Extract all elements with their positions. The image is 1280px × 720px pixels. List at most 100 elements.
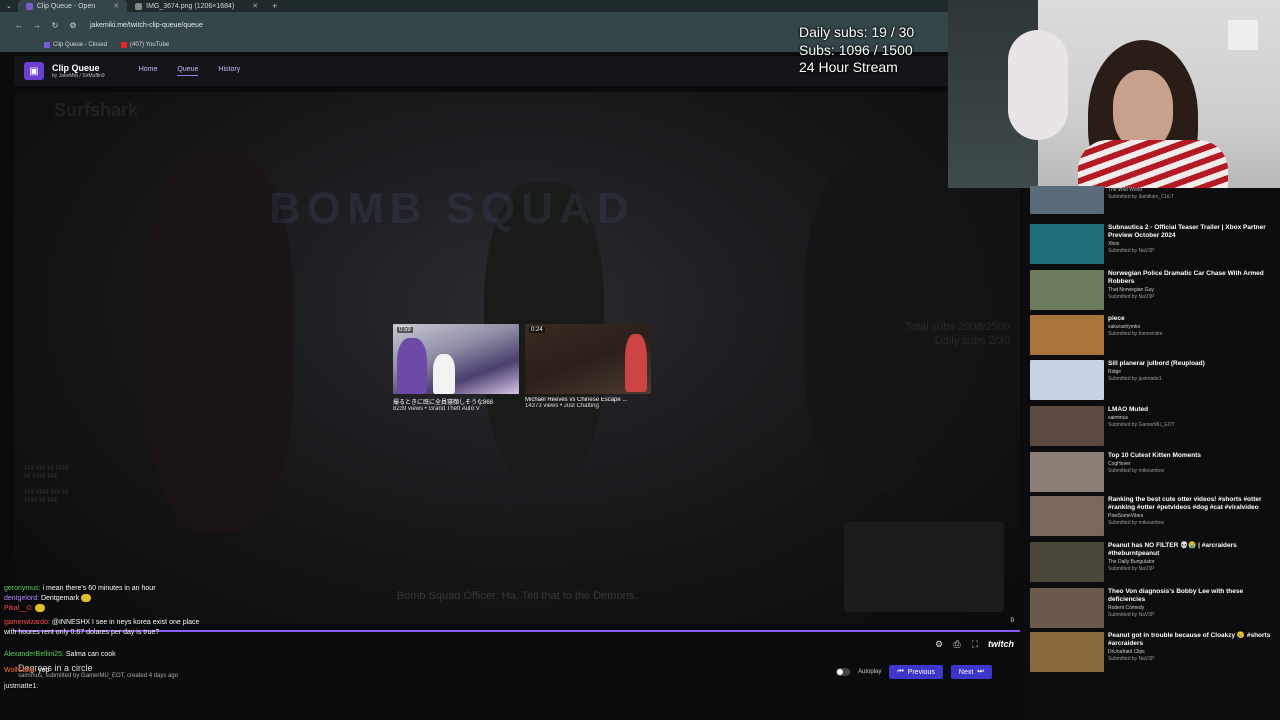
queue-item[interactable]: Top 10 Cutest Kitten Moments CogHover Su… [1030,452,1280,492]
browser-tab-image[interactable]: IMG_3674.png (1206×1684) ✕ [127,0,266,12]
chat-username: justmatte1: [4,683,39,690]
suggested-clip-card[interactable]: 0:24 Michael Reeves vs Chinese Escape ..… [525,324,651,412]
stream-chat-overlay: geronymus: i mean there's 60 minutes in … [4,584,234,692]
queue-item[interactable]: Ranking the best cute otter videos! #sho… [1030,496,1280,536]
queue-item-channel: PawSomeVibes [1108,513,1144,519]
queue-item-title[interactable]: Theo Von diagnosis's Bobby Lee with thes… [1108,588,1278,604]
queue-item-channel: DrUnafraid Clips [1108,649,1145,655]
queue-item-channel: saimmus [1108,415,1129,421]
queue-item-channel: That Norwegian Guy [1108,287,1154,293]
suggested-clip-meta: 8239 views • Grand Theft Auto V [393,406,480,412]
queue-item-title[interactable]: Peanut has NO FILTER 💀😭 | #arcraiders #t… [1108,542,1278,558]
chat-username: gamerwizardo: [4,619,50,626]
suggested-clip-card[interactable]: 0:59 撮るときに既に全員寝顔しそうな868 8239 views • Gra… [393,324,519,412]
emote-icon [81,594,92,603]
next-button[interactable]: Next ⏭ [950,665,992,679]
clip-icon[interactable]: ⎙ [952,639,962,650]
queue-item[interactable]: LMAO Muted saimmus Submitted by GamerMU_… [1030,406,1280,446]
fullscreen-icon[interactable]: ⛶ [970,639,980,650]
queue-item-thumbnail[interactable] [1030,588,1104,628]
previous-button[interactable]: ⏮ Previous [889,665,943,679]
end-screen-suggestions: 0:59 撮るときに既に全員寝顔しそうな868 8239 views • Gra… [393,324,651,412]
twitch-logo[interactable]: twitch [988,639,1014,649]
chat-username: dentgelord: [4,595,40,602]
autoplay-toggle[interactable] [836,668,850,676]
site-info-icon[interactable]: ⚙ [68,21,78,30]
queue-item[interactable]: Peanut got in trouble because of Cloakzy… [1030,632,1280,672]
queue-item-thumbnail[interactable] [1030,270,1104,310]
clip-queue-favicon-icon [25,2,33,10]
clip-video-player[interactable]: Surfshark BOMB SQUAD Total subs 2008/250… [14,92,1020,624]
bookmark-label: Clip Queue - Closed [53,42,108,48]
suggested-clip-thumbnail[interactable]: 0:24 [525,324,651,394]
queue-item-title[interactable]: Sill planerar julbord (Reupload) [1108,360,1278,368]
subs-total-text: Subs: 1096 / 1500 [799,41,913,58]
queue-item-thumbnail[interactable] [1030,360,1104,400]
chat-username: Pikal__0: [4,605,33,612]
suggested-clip-title[interactable]: 撮るときに既に全員寝顔しそうな868 [393,397,519,406]
chat-text: Dentgemark [39,595,80,602]
back-arrow-icon[interactable]: ← [14,21,24,30]
queue-item-text: Subnautica 2 - Official Teaser Trailer |… [1108,224,1278,264]
queue-item-thumbnail[interactable] [1030,496,1104,536]
thumbnail-character-shape [397,338,427,394]
chat-username: geronymus: [4,585,41,592]
close-tab-icon[interactable]: ✕ [113,2,119,10]
queue-item[interactable]: Peanut has NO FILTER 💀😭 | #arcraiders #t… [1030,542,1280,582]
site-title: Clip Queue [52,63,100,73]
queue-item-thumbnail[interactable] [1030,542,1104,582]
next-label: Next [958,668,974,676]
settings-gear-icon[interactable]: ⚙ [934,639,944,650]
queue-item[interactable]: piece sakurashymko Submitted by fomovict… [1030,315,1280,355]
queue-item-title[interactable]: The Wild World [1108,186,1278,194]
url-field[interactable]: jakemiki.me/twitch-clip-queue/queue [90,22,203,29]
queue-item-title[interactable]: Top 10 Cutest Kitten Moments [1108,452,1278,460]
browser-tab-clip-queue[interactable]: Clip Queue - Open ✕ [17,0,128,12]
chat-message: AlexanderBellini25: Salma can cook [4,650,234,660]
bookmark-clip-queue[interactable]: Clip Queue - Closed [44,42,107,48]
queue-item[interactable]: Sill planerar julbord (Reupload) Ridge S… [1030,360,1280,400]
queue-item-title[interactable]: Norwegian Police Dramatic Car Chase With… [1108,270,1278,286]
queue-item-submitter: Submitted by mikeumbox [1108,468,1165,474]
queue-item-thumbnail[interactable] [1030,186,1104,214]
suggested-clip-meta: 14373 views • Just Chatting [525,403,599,409]
queue-item-thumbnail[interactable] [1030,406,1104,446]
close-tab-icon[interactable]: ✕ [252,2,258,10]
reload-icon[interactable]: ↻ [50,21,60,30]
queue-item-channel: Ridge [1108,369,1122,375]
clip-queue-logo-icon[interactable]: ▣ [24,62,44,80]
queue-item-thumbnail[interactable] [1030,315,1104,355]
chat-text: i mean there's 60 minutes in an hour [40,585,156,592]
chat-message: geronymus: i mean there's 60 minutes in … [4,584,234,594]
nav-queue[interactable]: Queue [177,66,199,76]
queue-item-submitter: Submitted by fomovictim [1108,331,1163,337]
bookmark-youtube[interactable]: (407) YouTube [121,42,169,48]
queue-item[interactable]: Norwegian Police Dramatic Car Chase With… [1030,270,1280,310]
clip-queue-list: The Wild World Submitted by Ilamillam_CU… [1022,186,1280,720]
queue-item-thumbnail[interactable] [1030,224,1104,264]
queue-item-title[interactable]: Subnautica 2 - Official Teaser Trailer |… [1108,224,1278,240]
youtube-favicon-icon [121,42,128,48]
tab-menu-icon[interactable]: ⌄ [0,0,18,12]
queue-item-submitter: Submitted by NaV3P [1108,248,1155,254]
queue-item[interactable]: Theo Von diagnosis's Bobby Lee with thes… [1030,588,1280,628]
new-tab-icon[interactable]: + [266,1,283,11]
queue-item-title[interactable]: piece [1108,315,1278,323]
queue-item-thumbnail[interactable] [1030,632,1104,672]
video-faint-overlay: Total subs 2008/2500 Daily subs 2/30 [905,320,1010,348]
queue-item-title[interactable]: Peanut got in trouble because of Cloakzy… [1108,632,1278,648]
queue-item-title[interactable]: Ranking the best cute otter videos! #sho… [1108,496,1278,512]
browser-tab-bar: ⌄ Clip Queue - Open ✕ IMG_3674.png (1206… [0,0,948,12]
forward-arrow-icon[interactable]: → [32,21,42,30]
nav-history[interactable]: History [218,66,240,76]
queue-item-submitter: Submitted by NaV3P [1108,294,1155,300]
queue-item-thumbnail[interactable] [1030,452,1104,492]
nav-home[interactable]: Home [139,66,158,76]
chat-message: justmatte1: [4,682,234,692]
queue-item-text: Top 10 Cutest Kitten Moments CogHover Su… [1108,452,1278,492]
queue-item[interactable]: Subnautica 2 - Official Teaser Trailer |… [1030,224,1280,264]
queue-item-text: The Wild World Submitted by Ilamillam_CU… [1108,186,1278,214]
suggested-clip-thumbnail[interactable]: 0:59 [393,324,519,394]
queue-item[interactable]: The Wild World Submitted by Ilamillam_CU… [1030,186,1280,214]
queue-item-title[interactable]: LMAO Muted [1108,406,1278,414]
